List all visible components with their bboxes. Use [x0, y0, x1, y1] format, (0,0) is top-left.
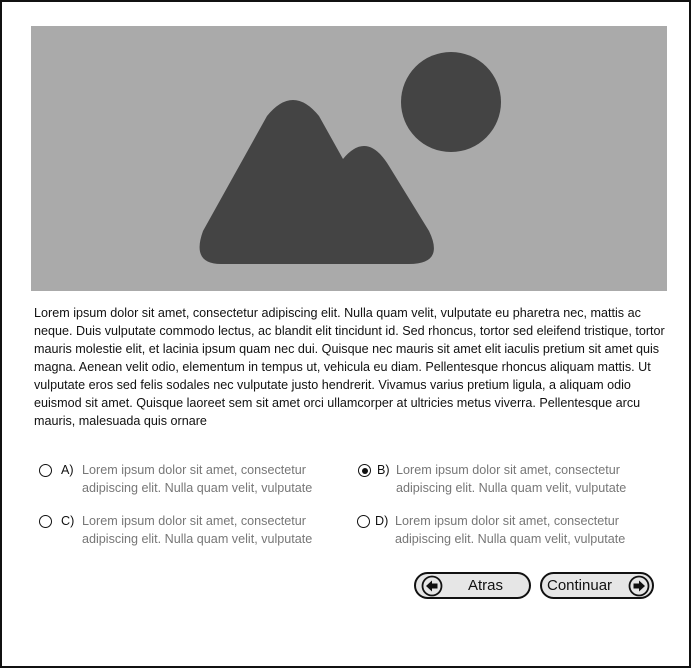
radio-button-selected[interactable] [358, 464, 371, 477]
arrow-left-circle-icon [421, 575, 443, 601]
back-button[interactable]: Atras [414, 572, 531, 599]
arrow-right-circle-icon [628, 575, 650, 601]
option-text: Lorem ipsum dolor sit amet, consectetur … [82, 463, 313, 495]
option-d[interactable]: D) Lorem ipsum dolor sit amet, consectet… [357, 512, 667, 552]
continue-button[interactable]: Continuar [540, 572, 654, 599]
radio-button[interactable] [357, 515, 370, 528]
option-a[interactable]: A) Lorem ipsum dolor sit amet, consectet… [39, 461, 349, 501]
mountains-shape [199, 100, 434, 264]
option-text: Lorem ipsum dolor sit amet, consectetur … [395, 514, 626, 546]
option-letter: C) [61, 514, 75, 528]
sun-shape [401, 52, 501, 152]
radio-button[interactable] [39, 464, 52, 477]
image-placeholder-icon [199, 52, 501, 264]
continue-button-label: Continuar [547, 577, 613, 594]
radio-button[interactable] [39, 515, 52, 528]
option-letter: D) [375, 514, 389, 528]
screen-frame: Lorem ipsum dolor sit amet, consectetur … [0, 0, 691, 668]
option-text: Lorem ipsum dolor sit amet, consectetur … [396, 463, 627, 495]
option-letter: B) [377, 463, 390, 477]
option-text: Lorem ipsum dolor sit amet, consectetur … [82, 514, 313, 546]
option-b[interactable]: B) Lorem ipsum dolor sit amet, consectet… [358, 461, 668, 501]
back-button-label: Atras [468, 577, 504, 594]
hero-image-placeholder [31, 26, 667, 291]
body-paragraph: Lorem ipsum dolor sit amet, consectetur … [34, 306, 665, 428]
radio-selected-dot [361, 467, 368, 474]
option-c[interactable]: C) Lorem ipsum dolor sit amet, consectet… [39, 512, 349, 552]
option-letter: A) [61, 463, 74, 477]
